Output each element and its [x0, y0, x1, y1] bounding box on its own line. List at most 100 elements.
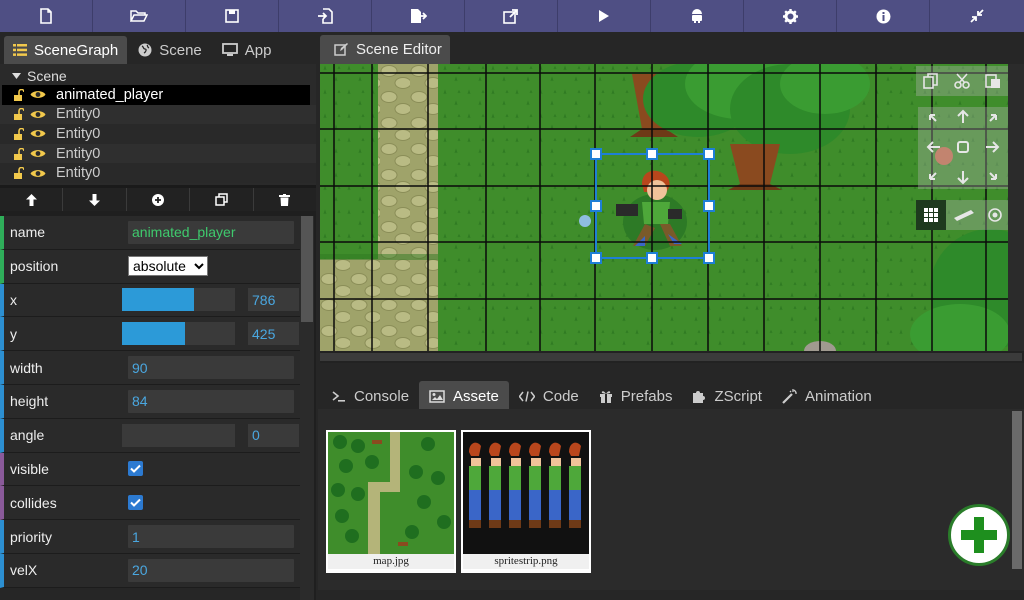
assets-panel: map.jpg spritestrip.png [318, 409, 1010, 590]
priority-input[interactable]: 1 [128, 525, 294, 549]
properties-scrollbar-thumb[interactable] [301, 216, 313, 322]
tree-root[interactable]: Scene [0, 66, 316, 85]
collides-checkbox[interactable] [128, 495, 143, 511]
eye-icon[interactable] [30, 168, 46, 179]
resize-handle-s [646, 252, 658, 264]
tab-prefabs[interactable]: Prefabs [589, 381, 683, 411]
tab-app[interactable]: App [213, 36, 281, 64]
android-button[interactable] [651, 0, 744, 32]
tab-app-label: App [244, 41, 272, 59]
paste-icon[interactable] [984, 73, 1001, 89]
save-button[interactable] [186, 0, 279, 32]
unlock-icon[interactable] [12, 88, 24, 101]
tab-code[interactable]: Code [509, 381, 589, 411]
unlock-icon[interactable] [12, 167, 24, 180]
angle-input[interactable]: 0 [248, 423, 299, 447]
new-file-button[interactable] [0, 0, 93, 32]
scene-horizontal-scrollbar-thumb[interactable] [320, 353, 1022, 361]
asset-map[interactable]: map.jpg [326, 430, 456, 573]
visible-checkbox[interactable] [128, 461, 143, 477]
tab-scenegraph-label: SceneGraph [34, 41, 119, 59]
tab-code-label: Code [542, 387, 579, 405]
scissors-icon[interactable] [954, 73, 970, 89]
name-input[interactable]: animated_player [128, 220, 294, 244]
angle-slider[interactable] [122, 423, 235, 447]
nudge-pad [918, 107, 1008, 189]
position-select[interactable]: absolute [128, 256, 208, 277]
grid-toggle[interactable] [916, 200, 946, 230]
image-icon [429, 389, 445, 403]
move-up-button[interactable] [0, 188, 64, 211]
unlock-icon[interactable] [12, 108, 24, 121]
unlock-icon[interactable] [12, 127, 24, 140]
globe-icon [138, 43, 152, 57]
resize-handle-ne [703, 148, 715, 160]
height-input[interactable]: 84 [128, 389, 294, 413]
tab-scene[interactable]: Scene [129, 36, 211, 64]
scene-map[interactable] [320, 64, 1008, 351]
tab-scene-editor[interactable]: Scene Editor [320, 35, 450, 64]
move-down-button[interactable] [63, 188, 127, 211]
tab-scenegraph[interactable]: SceneGraph [4, 36, 128, 64]
copy-icon[interactable] [923, 73, 939, 89]
scene-horizontal-scrollbar[interactable] [320, 351, 1024, 363]
scene-canvas[interactable] [320, 64, 1008, 351]
unlock-icon[interactable] [12, 147, 24, 160]
prop-height: height 84 [0, 384, 300, 419]
tab-assets[interactable]: Assete [419, 381, 509, 411]
x-input[interactable]: 786 [248, 288, 299, 312]
open-folder-button[interactable] [93, 0, 186, 32]
width-input[interactable]: 90 [128, 356, 294, 380]
tree-item[interactable]: Entity0 [0, 143, 316, 164]
y-slider[interactable] [122, 322, 235, 346]
properties-scrollbar[interactable] [300, 216, 314, 600]
asset-spritestrip-thumbnail [463, 432, 589, 554]
android-icon [692, 9, 702, 23]
tree-actions [0, 185, 316, 211]
left-tabs: SceneGraph Scene App [0, 32, 316, 64]
y-input[interactable]: 425 [248, 322, 299, 346]
duplicate-button[interactable] [190, 188, 254, 211]
nudge-arrows[interactable] [918, 107, 1008, 189]
view-tools [916, 200, 1008, 230]
target-icon[interactable] [987, 208, 1002, 222]
puzzle-icon [693, 391, 706, 403]
code-icon [518, 390, 535, 402]
arrow-up-icon [957, 109, 969, 123]
share-button[interactable] [465, 0, 558, 32]
tab-console[interactable]: Console [322, 381, 419, 411]
add-entity-button[interactable] [127, 188, 191, 211]
eye-icon[interactable] [30, 148, 46, 159]
resize-handle-e [703, 200, 715, 212]
x-slider[interactable] [122, 288, 235, 312]
eye-icon[interactable] [30, 109, 46, 120]
eye-icon[interactable] [30, 89, 46, 100]
tree-item[interactable]: animated_player [2, 85, 310, 105]
tab-animation[interactable]: Animation [772, 381, 882, 411]
compress-button[interactable] [930, 0, 1024, 32]
tab-scene-label: Scene [159, 41, 202, 59]
scene-vertical-scrollbar[interactable] [1008, 64, 1024, 351]
tree-item[interactable]: Entity0 [0, 104, 316, 125]
import-icon [318, 8, 333, 24]
tree-item[interactable]: Entity0 [0, 163, 316, 183]
add-asset-button[interactable] [948, 504, 1010, 566]
assets-scrollbar-thumb[interactable] [1012, 411, 1022, 569]
arrow-down-icon [89, 193, 101, 206]
velx-input[interactable]: 20 [128, 558, 294, 582]
tab-assets-label: Assete [453, 387, 499, 405]
assets-scrollbar[interactable] [1010, 409, 1024, 590]
import-button[interactable] [279, 0, 372, 32]
asset-spritestrip[interactable]: spritestrip.png [461, 430, 591, 573]
caret-down-icon[interactable] [12, 72, 21, 79]
export-button[interactable] [372, 0, 465, 32]
play-button[interactable] [558, 0, 651, 32]
prop-y-label: y [10, 325, 17, 342]
delete-button[interactable] [254, 188, 316, 211]
settings-button[interactable] [744, 0, 837, 32]
ruler-icon[interactable] [953, 209, 975, 221]
eye-icon[interactable] [30, 128, 46, 139]
tab-zscript[interactable]: ZScript [682, 381, 772, 411]
info-button[interactable] [837, 0, 930, 32]
tree-item[interactable]: Entity0 [0, 124, 316, 144]
